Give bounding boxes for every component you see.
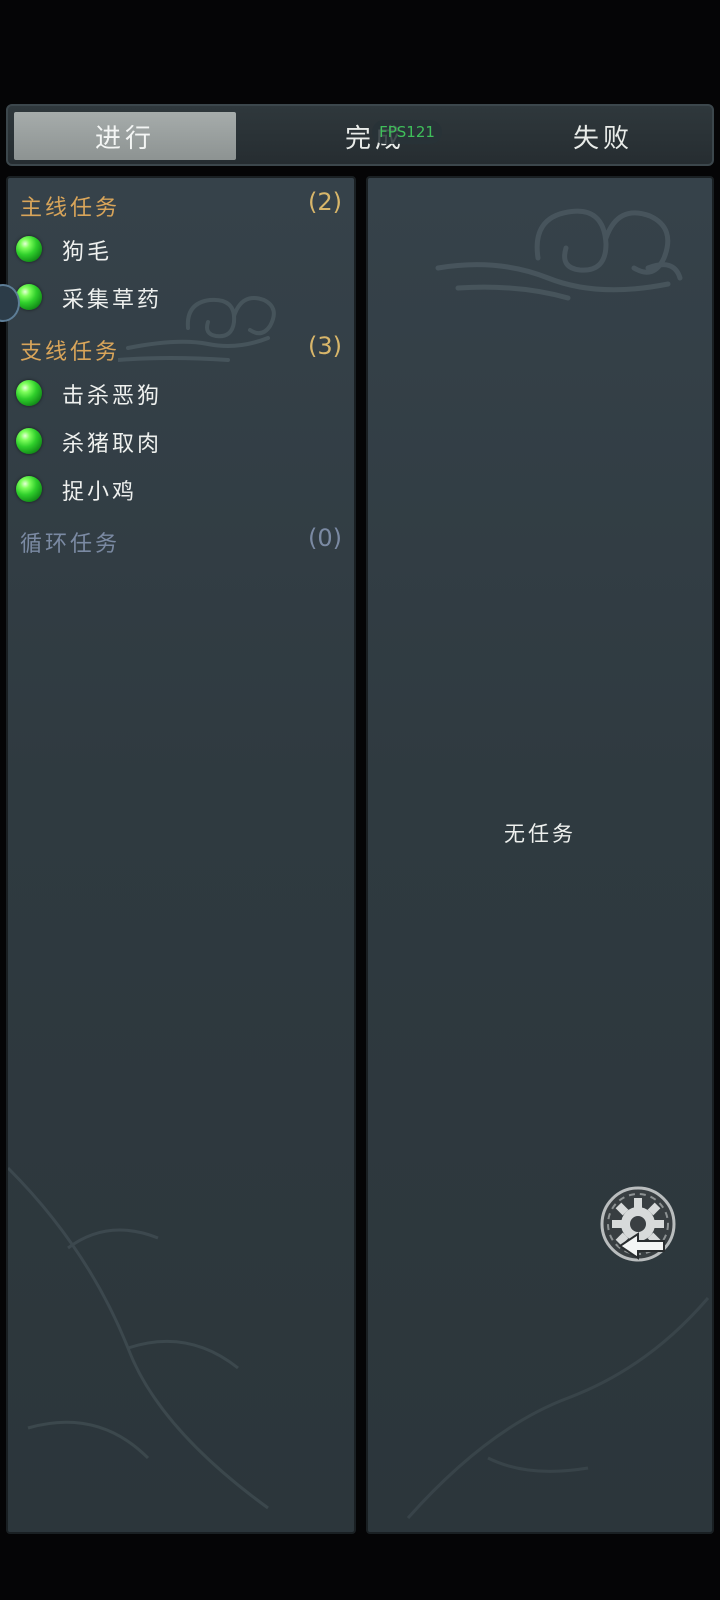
- tab-in-progress[interactable]: 进行: [14, 112, 236, 160]
- quest-item-label: 杀猪取肉: [62, 432, 163, 457]
- green-orb-icon: [16, 236, 42, 262]
- category-loop-count: (0): [308, 524, 342, 552]
- quest-item[interactable]: 击杀恶狗: [16, 378, 336, 412]
- green-orb-icon: [16, 284, 42, 310]
- green-orb-icon: [16, 428, 42, 454]
- branch-ornament-icon: [8, 1166, 269, 1510]
- cloud-ornament-icon: [435, 208, 683, 301]
- quest-list-panel: 主线任务 (2) 狗毛 采集草药 支线任务 (3) 击杀恶狗 杀猪取肉 捉小鸡 …: [6, 176, 356, 1534]
- quest-item-label: 采集草药: [62, 288, 163, 313]
- quest-item-label: 击杀恶狗: [62, 384, 163, 409]
- quest-item-label: 捉小鸡: [62, 480, 138, 505]
- quest-item[interactable]: 狗毛: [16, 234, 336, 268]
- green-orb-icon: [16, 380, 42, 406]
- category-loop-title[interactable]: 循环任务: [20, 526, 120, 558]
- fps-counter: FPS121: [372, 120, 442, 144]
- quest-item[interactable]: 采集草药: [16, 282, 336, 316]
- quest-item-label: 狗毛: [62, 240, 113, 265]
- category-main-count: (2): [308, 188, 342, 216]
- settings-back-button[interactable]: [598, 1186, 678, 1266]
- gear-back-icon: [600, 1186, 676, 1262]
- tab-failed[interactable]: 失败: [492, 112, 714, 160]
- category-side-title[interactable]: 支线任务: [20, 334, 120, 366]
- tab-bar: 进行 完成 失败: [6, 104, 714, 166]
- tab-in-progress-label: 进行: [94, 123, 155, 154]
- tab-failed-label: 失败: [572, 123, 633, 154]
- quest-screen: 进行 完成 失败 FPS121 主线任务: [0, 0, 720, 1600]
- empty-detail-text: 无任务: [504, 822, 576, 846]
- quest-detail-panel: 无任务: [366, 176, 714, 1534]
- quest-item[interactable]: 捉小鸡: [16, 474, 336, 508]
- category-main-title[interactable]: 主线任务: [20, 190, 120, 222]
- green-orb-icon: [16, 476, 42, 502]
- category-side-count: (3): [308, 332, 342, 360]
- quest-item[interactable]: 杀猪取肉: [16, 426, 336, 460]
